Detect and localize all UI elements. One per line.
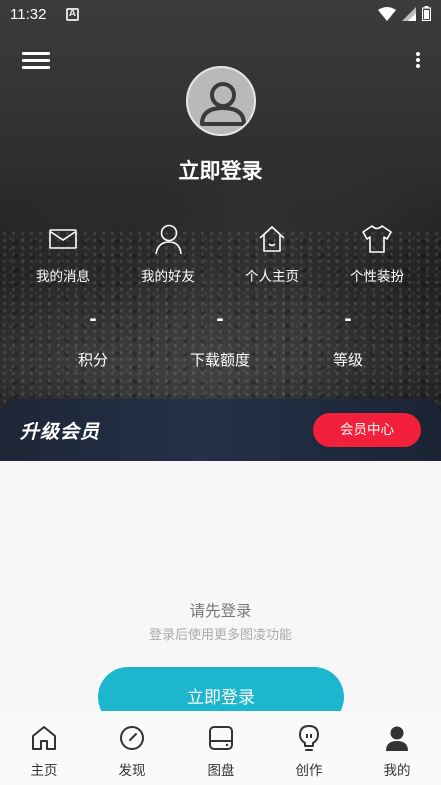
status-bar: 11:32 A <box>0 0 441 32</box>
tab-label: 创作 <box>295 763 323 779</box>
compass-icon <box>120 726 144 750</box>
stat-label: 积分 <box>77 351 108 369</box>
vip-center-button[interactable]: 会员中心 <box>313 413 421 447</box>
more-options-icon[interactable] <box>413 52 423 72</box>
shirt-icon <box>362 225 392 253</box>
quick-link-messages[interactable]: 我的消息 <box>18 222 108 285</box>
login-title[interactable]: 立即登录 <box>0 155 441 185</box>
tab-home[interactable]: 主页 <box>9 723 79 779</box>
stat-download-quota[interactable]: - 下载额度 <box>165 308 275 370</box>
tab-label: 图盘 <box>207 763 235 779</box>
tab-create[interactable]: 创作 <box>274 723 344 779</box>
status-time: 11:32 <box>10 6 47 23</box>
bulb-icon <box>299 725 319 751</box>
tab-label: 主页 <box>30 763 58 779</box>
stat-label: 下载额度 <box>189 351 250 369</box>
notification-a-icon: A <box>66 8 79 21</box>
home-icon <box>32 726 56 750</box>
quick-link-label: 我的好友 <box>141 269 195 285</box>
signal-icon <box>402 6 416 21</box>
login-subprompt: 登录后使用更多图凌功能 <box>148 628 292 643</box>
vip-title: 升级会员 <box>20 421 101 443</box>
stat-label: 等级 <box>332 351 363 369</box>
vip-banner[interactable]: 升级会员 会员中心 <box>0 399 441 461</box>
mail-icon <box>49 229 77 249</box>
quick-link-dressup[interactable]: 个性装扮 <box>332 222 422 285</box>
stat-value: - <box>216 309 224 330</box>
tab-label: 我的 <box>383 763 411 779</box>
tab-label: 发现 <box>118 763 146 779</box>
user-icon <box>386 726 408 751</box>
menu-icon[interactable] <box>22 52 52 72</box>
avatar[interactable] <box>186 66 256 136</box>
stat-points[interactable]: - 积分 <box>38 308 148 370</box>
tab-drive[interactable]: 图盘 <box>186 723 256 779</box>
bottom-tab-bar: 主页 发现 图盘 创作 我的 <box>0 711 441 785</box>
quick-link-friends[interactable]: 我的好友 <box>123 222 213 285</box>
quick-link-label: 我的消息 <box>36 269 90 285</box>
main-content: 请先登录 登录后使用更多图凌功能 立即登录 <box>0 461 441 727</box>
person-icon <box>155 224 182 255</box>
tab-mine[interactable]: 我的 <box>362 723 432 779</box>
wifi-icon <box>378 6 396 21</box>
tab-discover[interactable]: 发现 <box>97 723 167 779</box>
quick-link-label: 个性装扮 <box>350 269 404 285</box>
drive-icon <box>209 726 233 750</box>
stat-value: - <box>89 309 97 330</box>
quick-link-label: 个人主页 <box>245 269 299 285</box>
status-icons <box>378 6 431 21</box>
login-prompt: 请先登录 <box>189 602 252 620</box>
stat-value: - <box>344 309 352 330</box>
home-icon <box>259 226 285 252</box>
battery-icon <box>422 6 431 21</box>
stat-level[interactable]: - 等级 <box>293 308 403 370</box>
quick-link-homepage[interactable]: 个人主页 <box>227 222 317 285</box>
